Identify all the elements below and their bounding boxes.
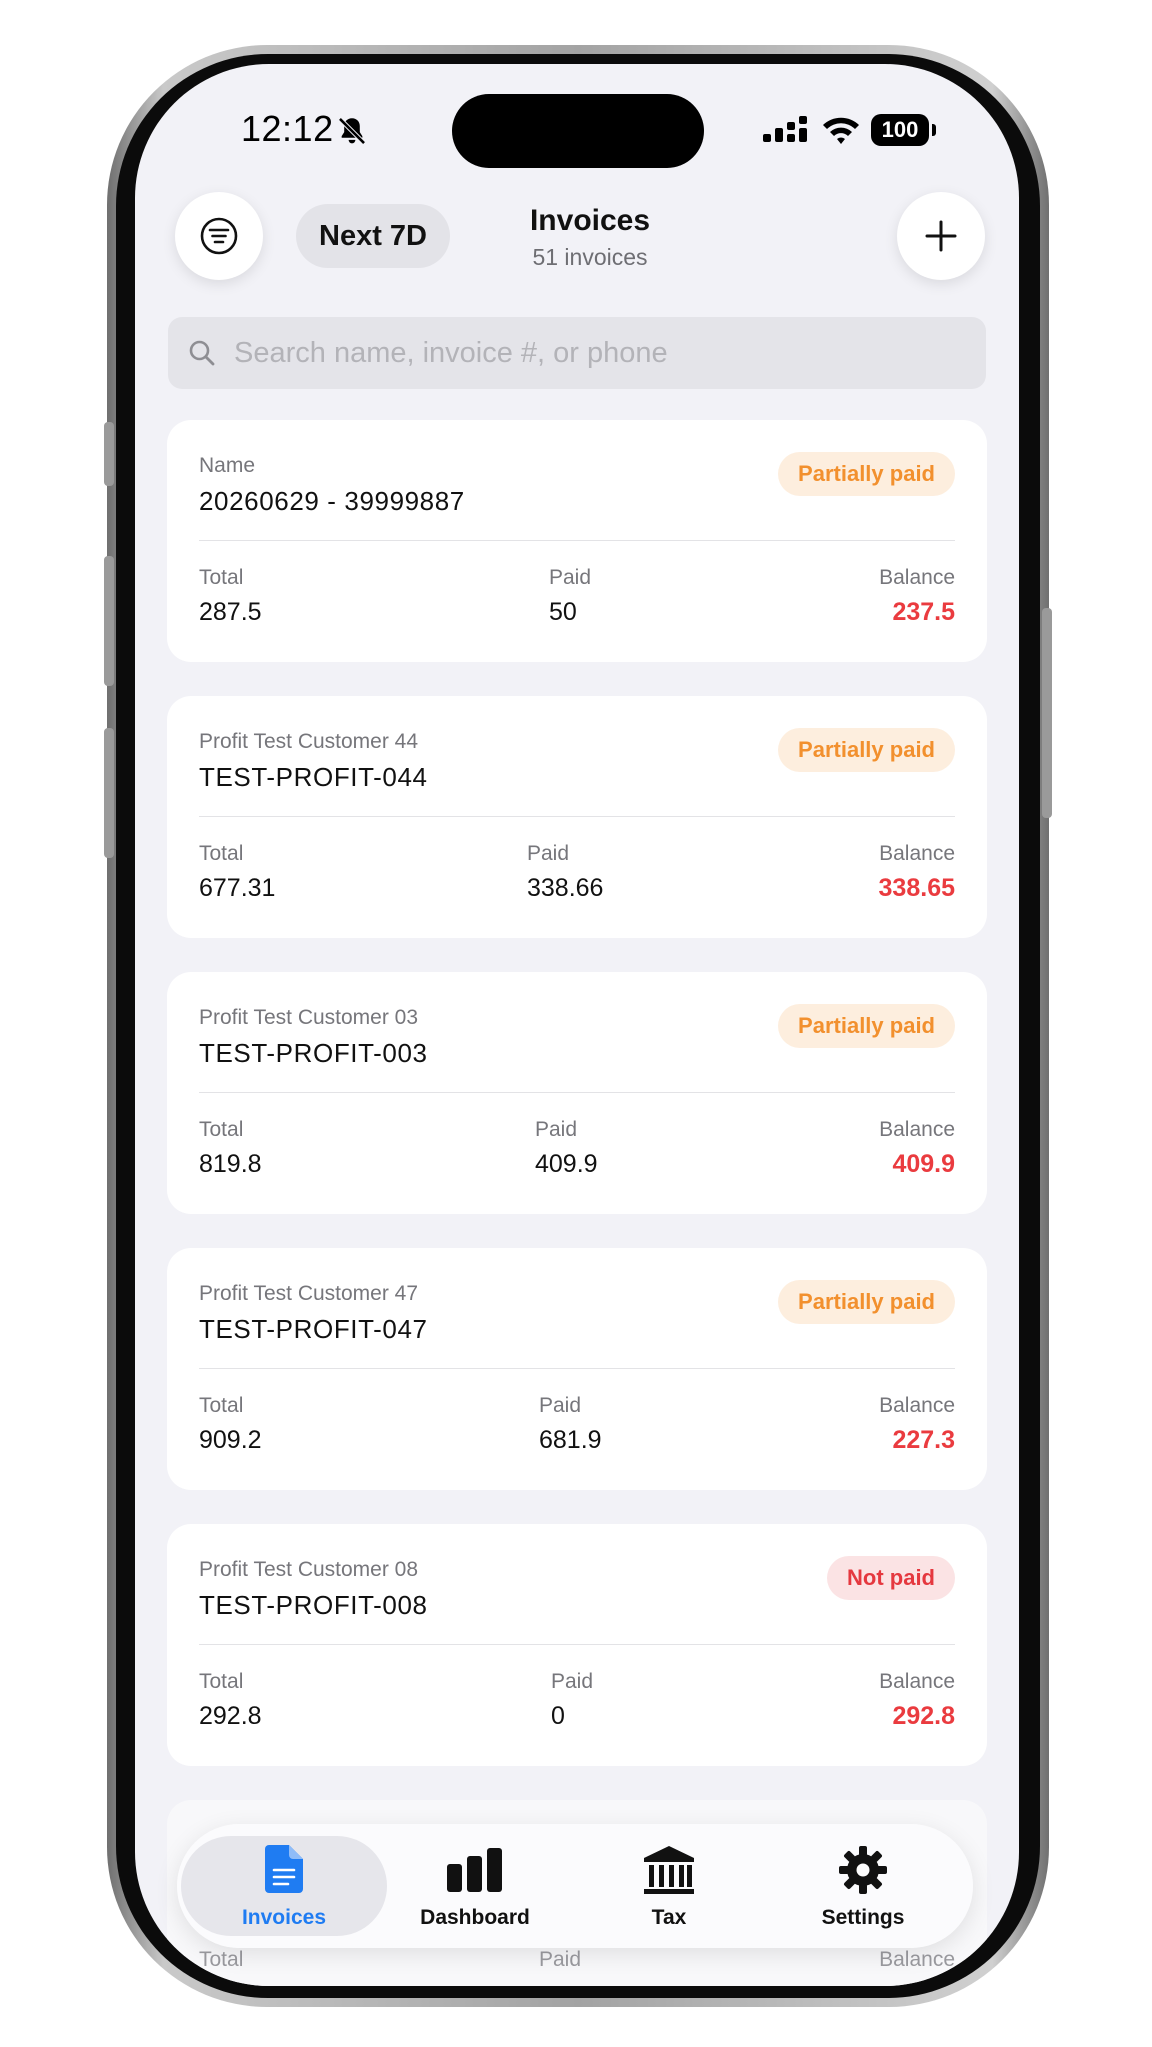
- status-badge: Partially paid: [778, 452, 955, 496]
- invoice-card[interactable]: Profit Test Customer 08 TEST-PROFIT-008 …: [167, 1524, 987, 1766]
- invoice-number: 20260629 - 39999887: [199, 486, 465, 516]
- balance-label: Balance: [879, 1670, 955, 1693]
- tab-label: Dashboard: [420, 1906, 530, 1929]
- customer-name: Name: [199, 454, 256, 477]
- signal-icon: [763, 116, 807, 142]
- status-badge: Partially paid: [778, 1004, 955, 1048]
- total-value: 909.2: [199, 1426, 262, 1454]
- paid-value: 338.66: [527, 874, 604, 902]
- invoice-number: TEST-PROFIT-003: [199, 1038, 428, 1068]
- wifi-icon: [823, 117, 859, 144]
- paid-label: Paid: [527, 842, 570, 865]
- paid-value: 409.9: [535, 1150, 598, 1178]
- bar-chart-icon: [447, 1848, 502, 1892]
- dynamic-island: [452, 94, 704, 168]
- total-value: 292.8: [199, 1702, 262, 1730]
- total-label: Total: [199, 1118, 244, 1141]
- total-label: Total: [199, 842, 244, 865]
- total-label: Total: [199, 1394, 244, 1417]
- tab-label: Settings: [821, 1906, 905, 1929]
- paid-label: Paid: [539, 1948, 582, 1971]
- total-value: 819.8: [199, 1150, 262, 1178]
- status-badge: Partially paid: [778, 728, 955, 772]
- battery-indicator: 100: [871, 114, 929, 146]
- volume-down-button: [104, 728, 114, 858]
- tab-dashboard[interactable]: Dashboard: [375, 1836, 575, 1936]
- search-icon: [189, 340, 215, 366]
- customer-name: Profit Test Customer 03: [199, 1006, 419, 1029]
- paid-value: 0: [551, 1702, 565, 1730]
- tab-bar: Invoices Dashboard Tax Settings: [177, 1824, 973, 1948]
- balance-label: Balance: [879, 1118, 955, 1141]
- tab-label: Invoices: [241, 1906, 327, 1929]
- invoice-number: TEST-PROFIT-047: [199, 1314, 428, 1344]
- customer-name: Profit Test Customer 44: [199, 730, 419, 753]
- invoice-number: TEST-PROFIT-008: [199, 1590, 428, 1620]
- customer-name: Profit Test Customer 08: [199, 1558, 419, 1581]
- volume-up-button: [104, 556, 114, 686]
- balance-value: 338.65: [878, 874, 955, 902]
- action-button: [104, 422, 114, 486]
- total-label: Total: [199, 1670, 244, 1693]
- plus-icon: [925, 220, 957, 252]
- tab-label: Tax: [651, 1906, 687, 1929]
- invoice-count: 51 invoices: [532, 244, 648, 270]
- total-label: Total: [199, 1948, 244, 1971]
- filter-icon: [200, 217, 238, 255]
- balance-label: Balance: [879, 1948, 955, 1971]
- balance-value: 409.9: [892, 1150, 955, 1178]
- paid-label: Paid: [551, 1670, 594, 1693]
- status-time: 12:12: [241, 108, 334, 149]
- bank-icon: [644, 1846, 694, 1894]
- paid-value: 681.9: [539, 1426, 602, 1454]
- search-bar[interactable]: [168, 317, 986, 389]
- invoice-card[interactable]: Profit Test Customer 44 TEST-PROFIT-044 …: [167, 696, 987, 938]
- paid-label: Paid: [539, 1394, 582, 1417]
- balance-value: 237.5: [892, 598, 955, 626]
- invoice-card[interactable]: Name 20260629 - 39999887 Partially paid …: [167, 420, 987, 662]
- balance-value: 227.3: [892, 1426, 955, 1454]
- add-invoice-button[interactable]: [897, 192, 985, 280]
- total-value: 677.31: [199, 874, 276, 902]
- balance-label: Balance: [879, 842, 955, 865]
- date-range-chip[interactable]: Next 7D: [296, 204, 450, 268]
- total-value: 287.5: [199, 598, 262, 626]
- invoice-card[interactable]: Profit Test Customer 03 TEST-PROFIT-003 …: [167, 972, 987, 1214]
- tab-tax[interactable]: Tax: [569, 1836, 769, 1936]
- bell-off-icon: [338, 117, 366, 145]
- tab-settings[interactable]: Settings: [763, 1836, 963, 1936]
- page-title: Invoices: [529, 204, 651, 237]
- paid-value: 50: [549, 598, 577, 626]
- paid-label: Paid: [535, 1118, 578, 1141]
- search-input[interactable]: [232, 327, 976, 379]
- card-divider: [199, 1368, 955, 1369]
- filter-button[interactable]: [175, 192, 263, 280]
- app-screen: 12:12 100 Next 7D Invoices 51 invoices S…: [135, 64, 1019, 1986]
- card-divider: [199, 1644, 955, 1645]
- customer-name: Profit Test Customer 47: [199, 1282, 419, 1305]
- balance-label: Balance: [879, 1394, 955, 1417]
- invoice-card[interactable]: Profit Test Customer 47 TEST-PROFIT-047 …: [167, 1248, 987, 1490]
- balance-label: Balance: [879, 566, 955, 589]
- status-badge: Partially paid: [778, 1280, 955, 1324]
- battery-tip: [932, 124, 936, 136]
- card-divider: [199, 1092, 955, 1093]
- paid-label: Paid: [549, 566, 592, 589]
- power-button: [1042, 608, 1052, 818]
- total-label: Total: [199, 566, 244, 589]
- document-icon: [265, 1845, 303, 1893]
- status-badge: Not paid: [827, 1556, 955, 1600]
- tab-invoices[interactable]: Invoices: [181, 1836, 387, 1936]
- card-divider: [199, 540, 955, 541]
- card-divider: [199, 816, 955, 817]
- balance-value: 292.8: [892, 1702, 955, 1730]
- gear-icon: [839, 1846, 887, 1894]
- invoice-number: TEST-PROFIT-044: [199, 762, 428, 792]
